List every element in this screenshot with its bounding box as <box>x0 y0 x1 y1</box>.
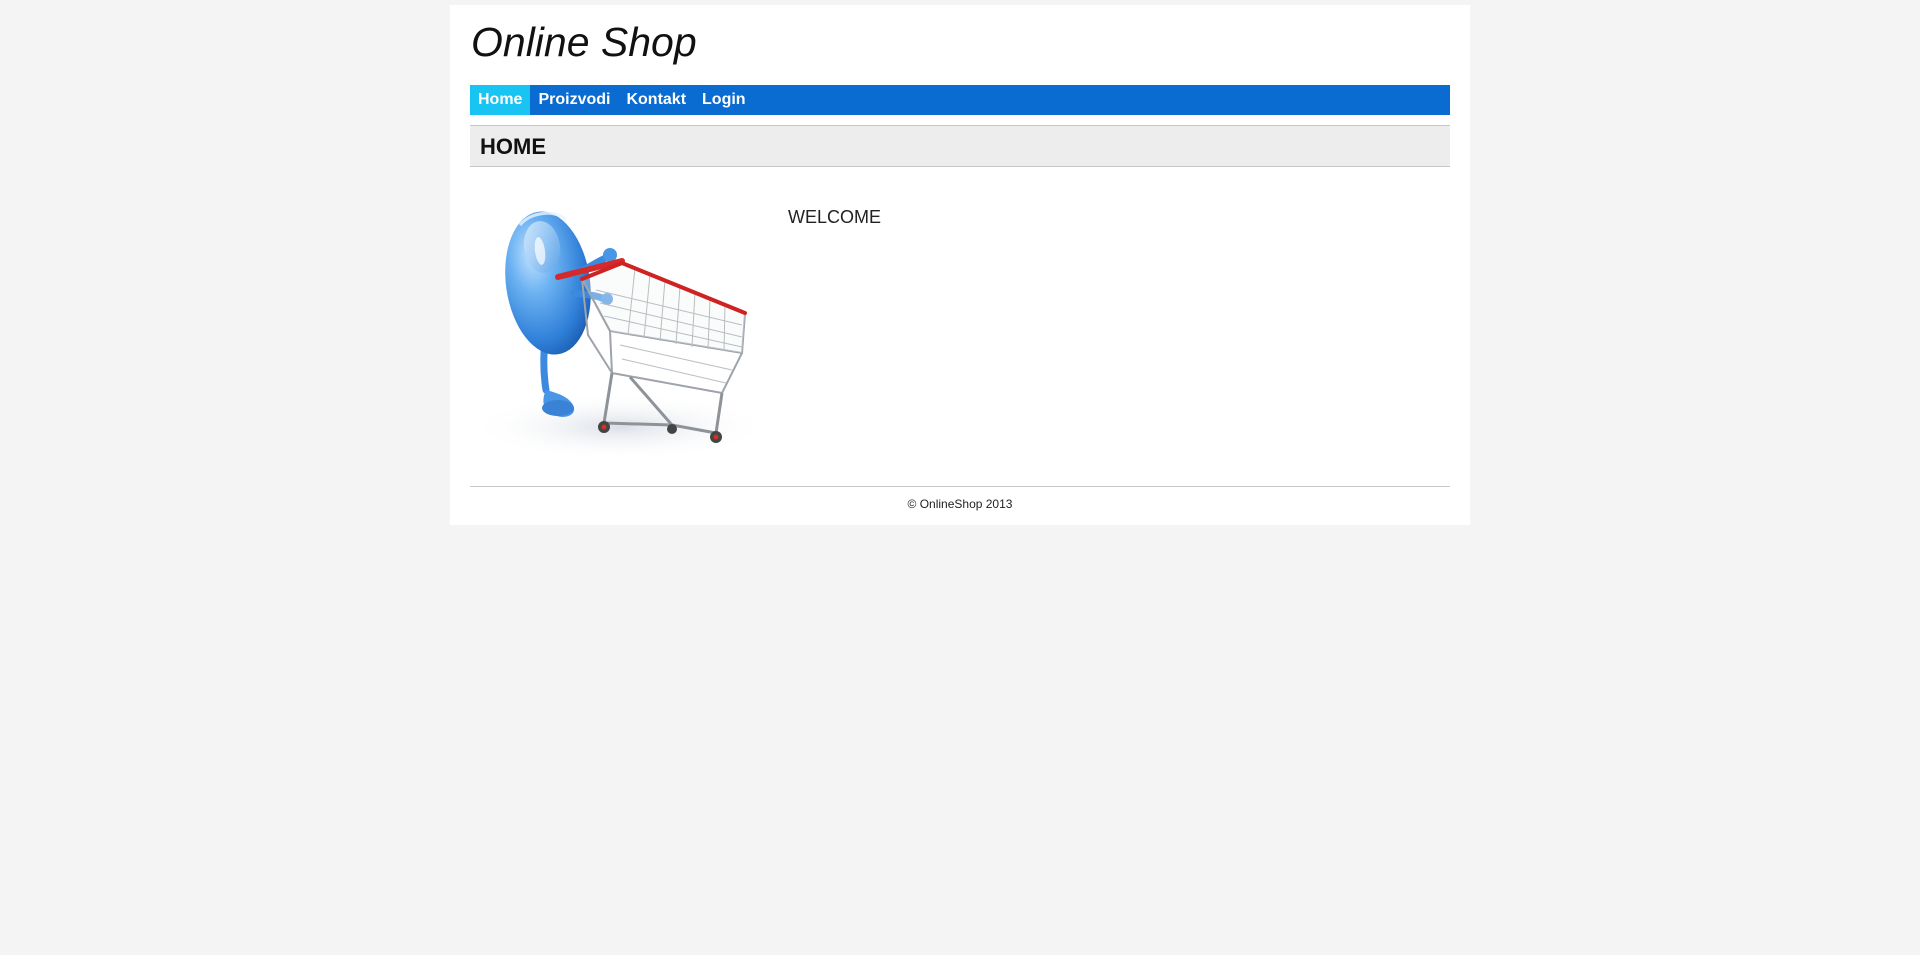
nav-item-proizvodi[interactable]: Proizvodi <box>530 85 618 115</box>
site-title: Online Shop <box>471 19 697 65</box>
nav-item-home[interactable]: Home <box>470 85 531 115</box>
mouse-with-shopping-cart-icon <box>470 211 770 461</box>
page-container: Online Shop Home Proizvodi Kontakt Login… <box>450 5 1470 525</box>
footer-divider <box>470 486 1450 487</box>
section-header: HOME <box>470 125 1450 167</box>
page-title: HOME <box>480 134 546 159</box>
main-navigation: Home Proizvodi Kontakt Login <box>470 85 1450 115</box>
footer-copyright: © OnlineShop 2013 <box>907 497 1013 511</box>
welcome-text: WELCOME <box>788 207 882 227</box>
hero-image <box>470 195 780 465</box>
nav-item-kontakt[interactable]: Kontakt <box>618 85 694 115</box>
nav-item-login[interactable]: Login <box>694 85 754 115</box>
